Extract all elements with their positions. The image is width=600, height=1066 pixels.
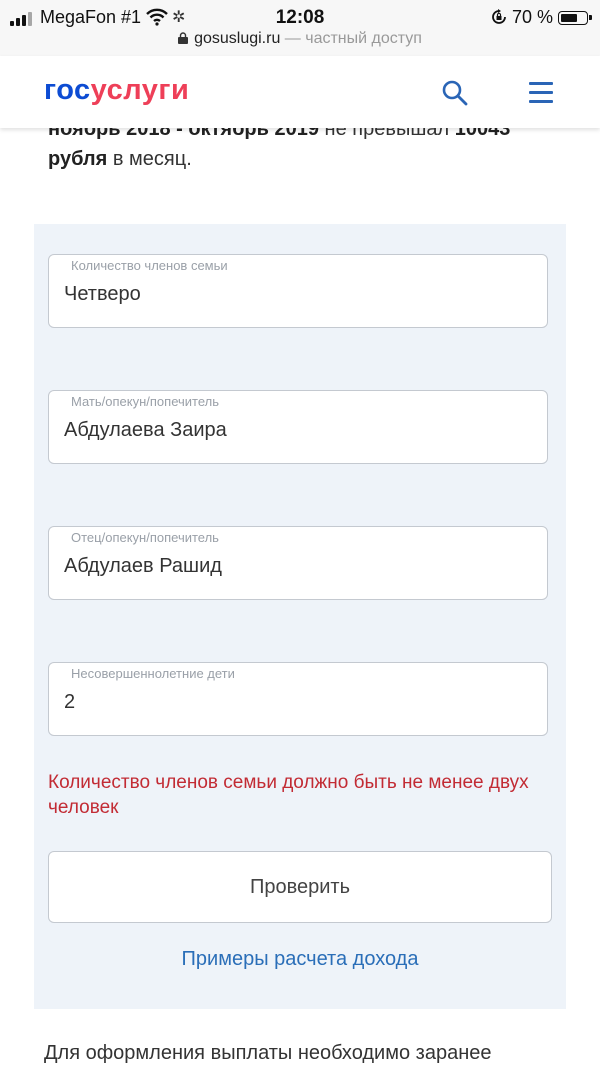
gosuslugi-logo[interactable]: госуслуги: [44, 74, 189, 107]
field-label: Отец/опекун/попечитель: [71, 530, 219, 545]
url-note: — частный доступ: [280, 30, 422, 47]
search-icon[interactable]: [440, 78, 470, 108]
field-value: Четверо: [64, 283, 141, 305]
payment-note: Для оформления выплаты необходимо заране…: [44, 1042, 492, 1064]
family-members-field[interactable]: Количество членов семьи Четверо: [48, 254, 548, 328]
mother-field[interactable]: Мать/опекун/попечитель Абдулаева Заира: [48, 390, 548, 464]
clock: 12:08: [275, 7, 325, 28]
family-form: Количество членов семьи Четверо Мать/опе…: [34, 224, 566, 1009]
field-label: Количество членов семьи: [71, 258, 228, 273]
children-field[interactable]: Несовершеннолетние дети 2: [48, 662, 548, 736]
menu-icon[interactable]: [527, 80, 555, 106]
field-value: Абдулаева Заира: [64, 419, 227, 441]
field-label: Несовершеннолетние дети: [71, 666, 235, 681]
battery-icon: [558, 11, 592, 25]
income-info: ноябрь 2018 - октябрь 2019 не превышал 1…: [34, 118, 566, 224]
rotation-lock-icon: [492, 9, 506, 24]
field-label: Мать/опекун/попечитель: [71, 394, 219, 409]
battery-percent: 70 %: [512, 7, 554, 27]
father-field[interactable]: Отец/опекун/попечитель Абдулаев Рашид: [48, 526, 548, 600]
check-button[interactable]: Проверить: [48, 851, 552, 923]
logo-part1: гос: [44, 74, 91, 106]
income-examples-link[interactable]: Примеры расчета дохода: [34, 948, 566, 971]
site-header: госуслуги: [0, 56, 600, 128]
url-host: gosuslugi.ru: [194, 30, 281, 47]
validation-error: Количество членов семьи должно быть не м…: [48, 772, 529, 818]
status-bar: MegaFon #1 ✲ 12:08 70 % gosuslugi.ru — ч…: [0, 0, 600, 56]
logo-part2: услуги: [90, 74, 190, 106]
main-content: ноябрь 2018 - октябрь 2019 не превышал 1…: [0, 118, 600, 1066]
field-value: Абдулаев Рашид: [64, 555, 222, 577]
lock-icon: [178, 32, 189, 44]
field-value: 2: [64, 691, 76, 713]
address-bar[interactable]: gosuslugi.ru — частный доступ: [0, 30, 600, 48]
income-text-end: в месяц.: [107, 148, 192, 170]
